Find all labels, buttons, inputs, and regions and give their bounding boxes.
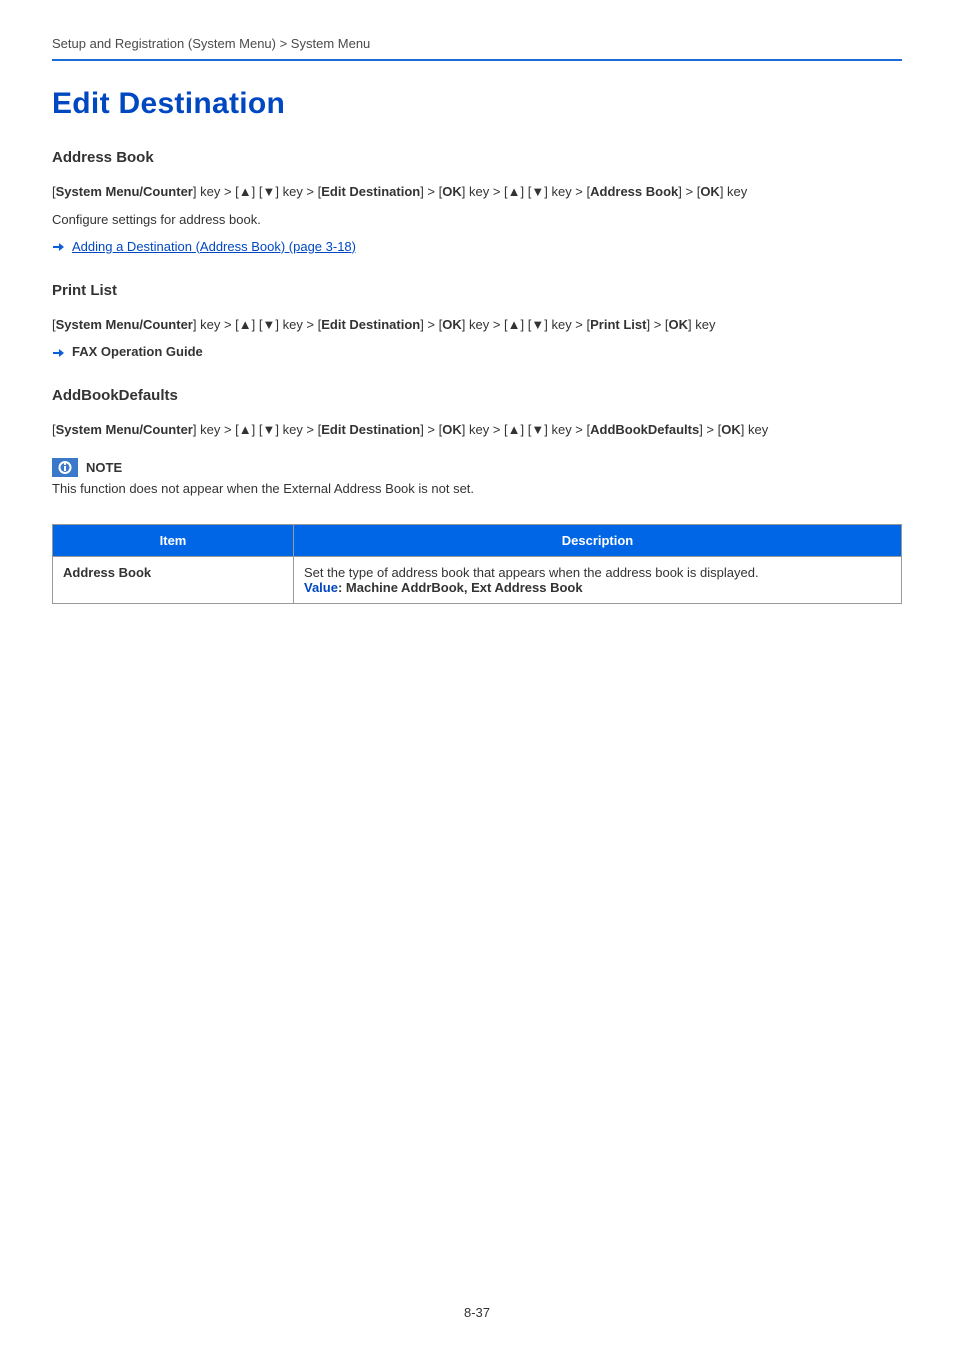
path-token: OK	[721, 422, 741, 437]
path-sep: ] key > [	[544, 422, 590, 437]
note-text: This function does not appear when the E…	[52, 481, 902, 496]
section-heading-address-book: Address Book	[52, 149, 902, 166]
path-token: Edit Destination	[321, 317, 420, 332]
path-token: OK	[442, 317, 462, 332]
down-arrow-icon: ▼	[531, 422, 544, 437]
path-sep: ] key > [	[275, 317, 321, 332]
note-icon	[52, 458, 78, 477]
table-header-row: Item Description	[53, 524, 902, 556]
up-arrow-icon: ▲	[508, 184, 521, 199]
path-sep: ] > [	[699, 422, 721, 437]
path-sep: ] key > [	[193, 184, 239, 199]
down-arrow-icon: ▼	[262, 184, 275, 199]
nav-path-defaults: [System Menu/Counter] key > [▲] [▼] key …	[52, 420, 902, 440]
path-token: OK	[442, 184, 462, 199]
arrow-right-icon	[52, 346, 64, 358]
up-arrow-icon: ▲	[508, 422, 521, 437]
reference-link[interactable]: Adding a Destination (Address Book) (pag…	[72, 239, 356, 254]
path-token: AddBookDefaults	[590, 422, 699, 437]
down-arrow-icon: ▼	[262, 317, 275, 332]
path-token: OK	[669, 317, 689, 332]
path-sep: ] key > [	[462, 184, 508, 199]
down-arrow-icon: ▼	[531, 317, 544, 332]
up-arrow-icon: ▲	[239, 184, 252, 199]
path-token: OK	[442, 422, 462, 437]
down-arrow-icon: ▼	[262, 422, 275, 437]
path-token: Print List	[590, 317, 646, 332]
path-sep: ] key > [	[193, 422, 239, 437]
path-sep: ] key > [	[462, 422, 508, 437]
section-heading-defaults: AddBookDefaults	[52, 387, 902, 404]
reference-link-row: Adding a Destination (Address Book) (pag…	[52, 239, 902, 254]
settings-table: Item Description Address Book Set the ty…	[52, 524, 902, 604]
path-sep: ] key	[720, 184, 747, 199]
note-label: NOTE	[86, 460, 122, 475]
nav-path-address-book: [System Menu/Counter] key > [▲] [▼] key …	[52, 182, 902, 202]
path-token: OK	[700, 184, 720, 199]
path-sep: ] key > [	[544, 317, 590, 332]
arrow-right-icon	[52, 240, 64, 252]
section-heading-print-list: Print List	[52, 282, 902, 299]
table-cell-description: Set the type of address book that appear…	[294, 556, 902, 603]
nav-path-print-list: [System Menu/Counter] key > [▲] [▼] key …	[52, 315, 902, 335]
page-number: 8-37	[0, 1305, 954, 1320]
path-sep: ] > [	[420, 422, 442, 437]
path-sep: ] key	[688, 317, 715, 332]
path-token: System Menu/Counter	[56, 317, 193, 332]
column-header-description: Description	[294, 524, 902, 556]
path-token: System Menu/Counter	[56, 184, 193, 199]
path-sep: ] key > [	[275, 422, 321, 437]
note-header: NOTE	[52, 458, 902, 477]
reference-text: FAX Operation Guide	[72, 344, 203, 359]
path-sep: ] > [	[420, 184, 442, 199]
path-sep: ] key > [	[462, 317, 508, 332]
path-sep: ] key > [	[544, 184, 590, 199]
value-text: : Machine AddrBook, Ext Address Book	[338, 580, 583, 595]
path-sep: ] key > [	[193, 317, 239, 332]
table-row: Address Book Set the type of address boo…	[53, 556, 902, 603]
down-arrow-icon: ▼	[531, 184, 544, 199]
value-label: Value	[304, 580, 338, 595]
table-desc-text: Set the type of address book that appear…	[304, 565, 759, 580]
breadcrumb: Setup and Registration (System Menu) > S…	[52, 36, 902, 51]
path-token: System Menu/Counter	[56, 422, 193, 437]
header-rule	[52, 59, 902, 61]
path-token: Edit Destination	[321, 422, 420, 437]
up-arrow-icon: ▲	[239, 422, 252, 437]
reference-link-row: FAX Operation Guide	[52, 344, 902, 359]
path-sep: ] > [	[646, 317, 668, 332]
path-sep: ] > [	[678, 184, 700, 199]
document-page: Setup and Registration (System Menu) > S…	[0, 0, 954, 1350]
section-desc-address-book: Configure settings for address book.	[52, 212, 902, 227]
path-sep: ] key	[741, 422, 768, 437]
table-cell-item: Address Book	[53, 556, 294, 603]
column-header-item: Item	[53, 524, 294, 556]
path-sep: ] > [	[420, 317, 442, 332]
up-arrow-icon: ▲	[239, 317, 252, 332]
path-token: Address Book	[590, 184, 678, 199]
page-title: Edit Destination	[52, 87, 902, 121]
up-arrow-icon: ▲	[508, 317, 521, 332]
path-sep: ] key > [	[275, 184, 321, 199]
path-token: Edit Destination	[321, 184, 420, 199]
